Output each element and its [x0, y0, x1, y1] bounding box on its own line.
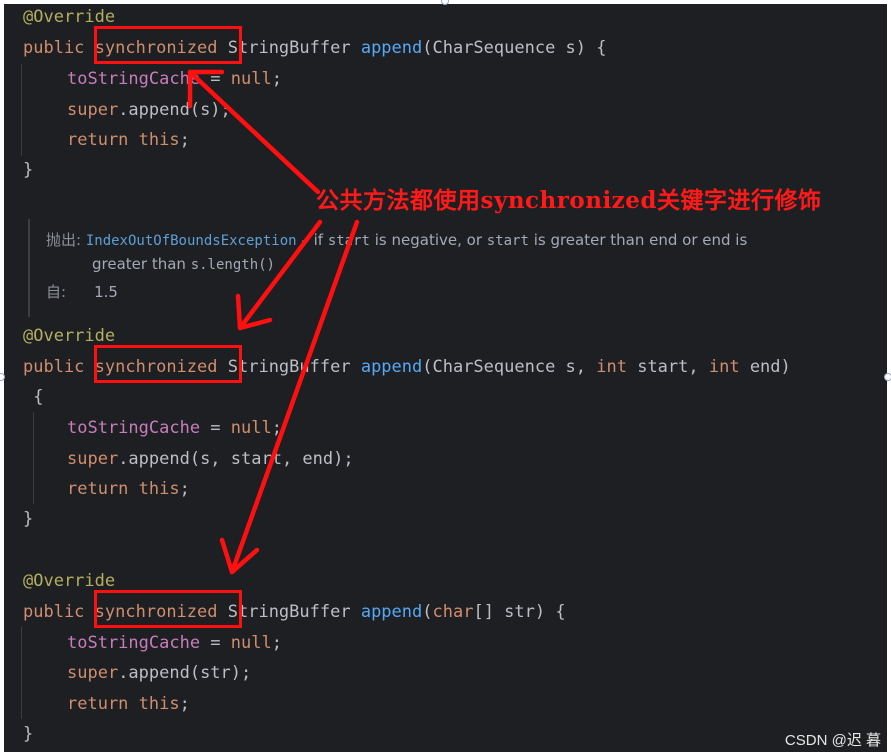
keyword-int: int	[596, 357, 627, 377]
keyword-return: return	[67, 479, 129, 499]
code-line-close-2: }	[23, 508, 33, 530]
closing-brace: }	[23, 724, 34, 744]
code-line-annotation-2: @Override	[23, 325, 115, 347]
code-line-body-3b: super.append(str);	[67, 662, 251, 684]
return-type: StringBuffer	[227, 602, 351, 622]
code-line-body-1b: super.append(s);	[67, 99, 231, 121]
keyword-this: this	[138, 479, 180, 499]
field-tostringcache: toStringCache	[67, 633, 201, 653]
method-params: (CharSequence s) {	[422, 38, 607, 58]
method-name: append	[360, 602, 423, 622]
return-type: StringBuffer	[227, 357, 351, 377]
code-line-body-3c: return this;	[67, 693, 190, 715]
keyword-super: super	[67, 663, 119, 683]
keyword-super: super	[67, 100, 119, 120]
code-line-close-3: }	[23, 723, 33, 745]
resize-handle[interactable]	[884, 373, 891, 381]
field-tostringcache: toStringCache	[67, 69, 201, 89]
assign-operator: =	[200, 418, 231, 438]
param-end: end)	[739, 357, 791, 377]
code-line-open-brace-2: {	[23, 386, 43, 408]
semicolon: ;	[271, 633, 282, 653]
paren-open: (	[422, 602, 433, 622]
keyword-this: this	[138, 130, 180, 150]
keyword-return: return	[67, 694, 129, 714]
code-line-body-1a: toStringCache = null;	[67, 68, 282, 90]
indent-guide	[21, 627, 22, 719]
assign-operator: =	[200, 69, 231, 89]
field-tostringcache: toStringCache	[67, 418, 201, 438]
code-line-annotation-3: @Override	[23, 570, 115, 592]
javadoc-code-start: start	[327, 233, 370, 249]
semicolon: ;	[179, 694, 190, 714]
super-call: .append(s);	[118, 100, 231, 120]
throws-label: 抛出:	[46, 231, 82, 249]
indent-guide	[33, 412, 34, 504]
keyword-null: null	[230, 69, 272, 89]
javadoc-text: – if	[296, 231, 328, 249]
keyword-public: public	[23, 38, 85, 58]
since-label: 自:	[46, 283, 67, 301]
keyword-super: super	[67, 449, 119, 469]
keyword-null: null	[230, 633, 272, 653]
javadoc-code-slength: s.length	[190, 257, 259, 273]
javadoc-text: ()	[258, 257, 275, 273]
code-line-annotation-1: @Override	[23, 6, 115, 28]
since-value: 1.5	[94, 283, 118, 301]
keyword-int: int	[708, 357, 740, 377]
code-line-close-1: }	[23, 159, 33, 181]
javadoc-text: greater than	[92, 255, 191, 273]
keyword-null: null	[230, 418, 272, 438]
override-annotation: @Override	[23, 7, 116, 27]
javadoc-text: is negative, or	[369, 231, 487, 249]
method-name: append	[360, 38, 423, 58]
annotation-caption: 公共方法都使用synchronized关键字进行修饰	[316, 187, 822, 214]
javadoc-since-line: 自: 1.5	[46, 281, 118, 303]
javadoc-rendered-block: 抛出: IndexOutOfBoundsException – if start…	[28, 219, 870, 317]
semicolon: ;	[271, 69, 282, 89]
javadoc-throws-line: 抛出: IndexOutOfBoundsException – if start…	[46, 229, 747, 252]
override-annotation: @Override	[23, 571, 116, 591]
param-start: start,	[626, 357, 709, 377]
javadoc-throws-line-2: greater than s.length()	[92, 253, 275, 276]
keyword-return: return	[67, 130, 129, 150]
keyword-public: public	[23, 602, 85, 622]
method-params: [] str) {	[473, 602, 566, 622]
synchronized-highlight-box	[94, 590, 242, 628]
assign-operator: =	[200, 633, 231, 653]
keyword-public: public	[23, 357, 85, 377]
closing-brace: }	[23, 160, 34, 180]
semicolon: ;	[179, 479, 190, 499]
code-line-body-2c: return this;	[67, 478, 190, 500]
csdn-watermark: CSDN @迟 暮	[784, 732, 881, 749]
keyword-char: char	[432, 602, 474, 622]
super-call: .append(str);	[118, 663, 252, 683]
return-type: StringBuffer	[227, 38, 351, 58]
code-line-body-3a: toStringCache = null;	[67, 632, 282, 654]
closing-brace: }	[23, 509, 34, 529]
keyword-this: this	[138, 694, 180, 714]
code-line-body-2b: super.append(s, start, end);	[67, 448, 354, 470]
javadoc-code-start: start	[486, 233, 529, 249]
javadoc-text: is greater than end or end is	[528, 231, 748, 249]
method-name: append	[360, 357, 423, 377]
semicolon: ;	[271, 418, 282, 438]
override-annotation: @Override	[23, 326, 116, 346]
exception-link[interactable]: IndexOutOfBoundsException	[86, 233, 297, 249]
indent-guide	[21, 64, 22, 156]
opening-brace: {	[23, 387, 44, 407]
code-line-body-1c: return this;	[67, 129, 190, 151]
semicolon: ;	[179, 130, 190, 150]
code-line-body-2a: toStringCache = null;	[67, 417, 282, 439]
synchronized-highlight-box	[94, 345, 242, 383]
synchronized-highlight-box	[94, 26, 242, 64]
super-call: .append(s, start, end);	[118, 449, 354, 469]
method-params: (CharSequence s,	[422, 357, 597, 377]
